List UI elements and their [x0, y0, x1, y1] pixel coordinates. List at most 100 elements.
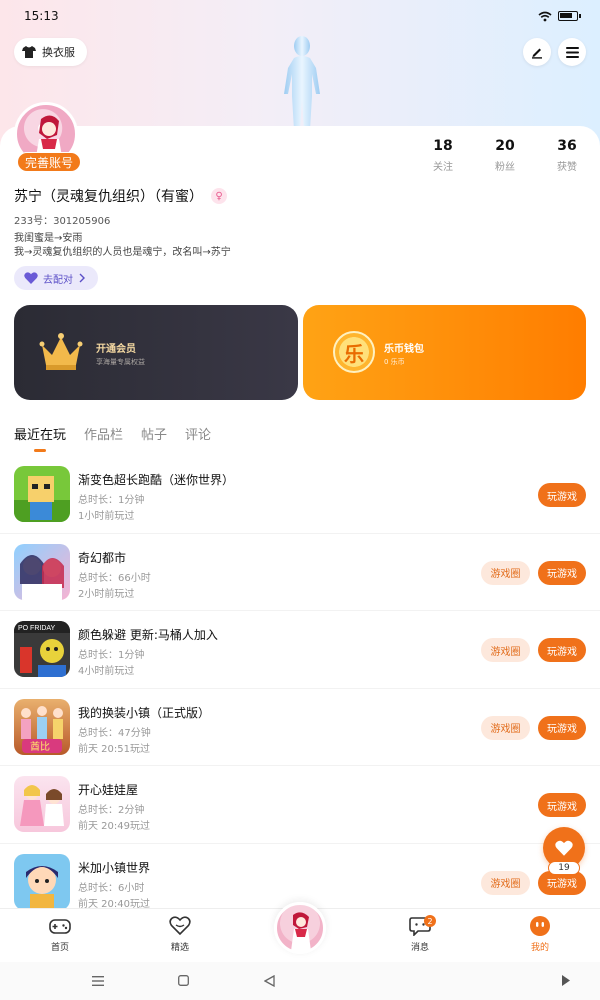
- center-avatar-button[interactable]: [274, 902, 326, 954]
- gamepad-icon: [49, 919, 71, 934]
- play-game-button[interactable]: 玩游戏: [538, 483, 586, 507]
- game-row[interactable]: 开心娃娃屋 总时长：2分钟 前天 20:49玩过 玩游戏: [0, 766, 600, 844]
- color-dodge-icon-text: PO FRIDAY: [18, 625, 56, 632]
- home-square-icon[interactable]: [178, 975, 189, 986]
- game-icon-dressup-town: 酋比: [14, 698, 70, 755]
- game-last-played: 前天 20:49玩过: [78, 821, 150, 832]
- status-bar: 15:13: [0, 0, 600, 32]
- nav-home-label: 首页: [50, 943, 69, 953]
- nav-messages-label: 消息: [410, 943, 429, 953]
- change-outfit-label: 换衣服: [42, 46, 75, 59]
- tab-recently-played[interactable]: 最近在玩: [14, 424, 66, 443]
- menu-button[interactable]: [558, 38, 586, 66]
- game-duration: 总时长：2分钟: [78, 805, 145, 816]
- back-triangle-icon[interactable]: [264, 975, 275, 987]
- recent-games-list: 渐变色超长跑酷（迷你世界） 总时长：1分钟 1小时前玩过 玩游戏 奇幻都市 总时…: [0, 456, 600, 921]
- vip-card-title: 开通会员: [96, 344, 136, 355]
- smiley-face-icon: [530, 916, 550, 936]
- coin-card-title: 乐币钱包: [384, 344, 424, 355]
- status-time: 15:13: [24, 9, 59, 23]
- coin-icon: 乐: [333, 331, 375, 373]
- bio-line: 我闺蜜是→安雨: [14, 233, 83, 244]
- heart-icon: [555, 840, 573, 856]
- chevron-right-icon: [79, 273, 85, 283]
- pen-icon: [532, 48, 542, 59]
- likes-count: 36: [557, 138, 577, 154]
- game-duration: 总时长：1分钟: [78, 650, 145, 661]
- game-icon-miga-town: [14, 853, 70, 910]
- change-outfit-button[interactable]: 换衣服: [14, 38, 87, 66]
- followers-count: 20: [495, 138, 515, 154]
- active-tab-indicator: [34, 449, 46, 452]
- game-row[interactable]: 酋比 我的换装小镇（正式版） 总时长：47分钟 前天 20:51玩过 游戏圈 玩…: [0, 689, 600, 766]
- following-count: 18: [433, 138, 453, 154]
- game-row[interactable]: 渐变色超长跑酷（迷你世界） 总时长：1分钟 1小时前玩过 玩游戏: [0, 456, 600, 534]
- user-nickname: 苏宁（灵魂复仇组织）（有蜜）: [14, 189, 203, 205]
- game-title: 颜色躲避 更新:马桶人加入: [78, 628, 218, 642]
- game-last-played: 1小时前玩过: [78, 511, 135, 522]
- female-gender-icon: ♀: [211, 188, 227, 204]
- game-icon-gradient-parkour: [14, 466, 70, 522]
- game-circle-button[interactable]: 游戏圈: [481, 715, 530, 740]
- crown-icon: [39, 333, 83, 370]
- wifi-icon: [538, 11, 552, 21]
- recent-apps-icon[interactable]: [92, 976, 104, 986]
- game-title: 开心娃娃屋: [78, 783, 139, 797]
- go-pair-label: 去配对: [43, 274, 73, 286]
- game-circle-button[interactable]: 游戏圈: [481, 638, 530, 662]
- followers-label: 粉丝: [495, 162, 515, 173]
- vip-membership-card[interactable]: 开通会员 享海量专属权益: [14, 305, 298, 400]
- tab-posts[interactable]: 帖子: [141, 424, 167, 443]
- nav-messages[interactable]: 消息: [390, 915, 450, 953]
- coin-wallet-card[interactable]: 乐 乐币钱包 0 乐币: [303, 305, 586, 400]
- stat-following[interactable]: 18 关注: [430, 138, 456, 173]
- profile-stats: 18 关注 20 粉丝 36 获赞: [430, 138, 580, 173]
- game-circle-button[interactable]: 游戏圈: [481, 560, 530, 585]
- go-pair-button[interactable]: 去配对: [14, 266, 98, 290]
- game-circle-button[interactable]: 游戏圈: [481, 870, 530, 895]
- nav-me-label: 我的: [530, 943, 549, 953]
- likes-label: 获赞: [557, 162, 577, 173]
- game-title: 渐变色超长跑酷（迷你世界）: [78, 473, 235, 487]
- play-game-button[interactable]: 玩游戏: [538, 793, 586, 817]
- game-last-played: 2小时前玩过: [78, 588, 135, 600]
- center-avatar-image: [291, 912, 311, 951]
- nav-me[interactable]: 我的: [510, 915, 570, 953]
- complete-account-badge[interactable]: 完善账号: [17, 152, 82, 172]
- stat-likes[interactable]: 36 获赞: [554, 138, 580, 173]
- game-icon-fantasy-city: [14, 543, 70, 600]
- hamburger-icon: [565, 46, 579, 58]
- bio-line: 我→灵魂复仇组织的人员也是魂宁，改名叫→苏宁: [14, 247, 231, 258]
- profile-tabs: 最近在玩 作品栏 帖子 评论: [14, 424, 211, 443]
- play-arrow-icon[interactable]: [562, 975, 570, 986]
- game-title: 奇幻都市: [78, 550, 127, 565]
- heart-icon: [24, 272, 38, 284]
- heart-outline-icon: [169, 916, 191, 936]
- following-label: 关注: [433, 162, 453, 173]
- game-icon-happy-dollhouse: [14, 776, 70, 832]
- vip-card-subtitle: 享海量专属权益: [96, 358, 145, 366]
- edit-profile-button[interactable]: [523, 38, 551, 66]
- game-last-played: 前天 20:51玩过: [78, 743, 150, 755]
- game-row[interactable]: 奇幻都市 总时长：66小时 2小时前玩过 游戏圈 玩游戏: [0, 534, 600, 611]
- profile-card: [0, 126, 600, 456]
- user-id: 233号：301205906: [14, 216, 111, 227]
- stat-followers[interactable]: 20 粉丝: [492, 138, 518, 173]
- nav-home[interactable]: 首页: [30, 915, 90, 953]
- game-title: 米加小镇世界: [78, 860, 151, 875]
- game-row[interactable]: PO FRIDAY 颜色躲避 更新:马桶人加入 总时长：1分钟 4小时前玩过 游…: [0, 611, 600, 689]
- play-game-button[interactable]: 玩游戏: [538, 715, 586, 740]
- play-game-button[interactable]: 玩游戏: [538, 560, 586, 585]
- user-bio: 我闺蜜是→安雨 我→灵魂复仇组织的人员也是魂宁，改名叫→苏宁: [14, 232, 231, 260]
- nav-featured[interactable]: 精选: [150, 915, 210, 953]
- play-game-button[interactable]: 玩游戏: [538, 638, 586, 662]
- coin-card-subtitle: 0 乐币: [384, 358, 405, 366]
- battery-icon: [558, 11, 581, 21]
- game-last-played: 4小时前玩过: [78, 666, 135, 677]
- message-count-badge: 2: [424, 915, 436, 927]
- user-nickname-row: 苏宁（灵魂复仇组织）（有蜜） ♀: [14, 186, 227, 206]
- nav-featured-label: 精选: [170, 943, 189, 953]
- tab-works[interactable]: 作品栏: [84, 424, 123, 443]
- tab-comments[interactable]: 评论: [185, 424, 211, 443]
- game-title: 我的换装小镇（正式版）: [78, 705, 211, 720]
